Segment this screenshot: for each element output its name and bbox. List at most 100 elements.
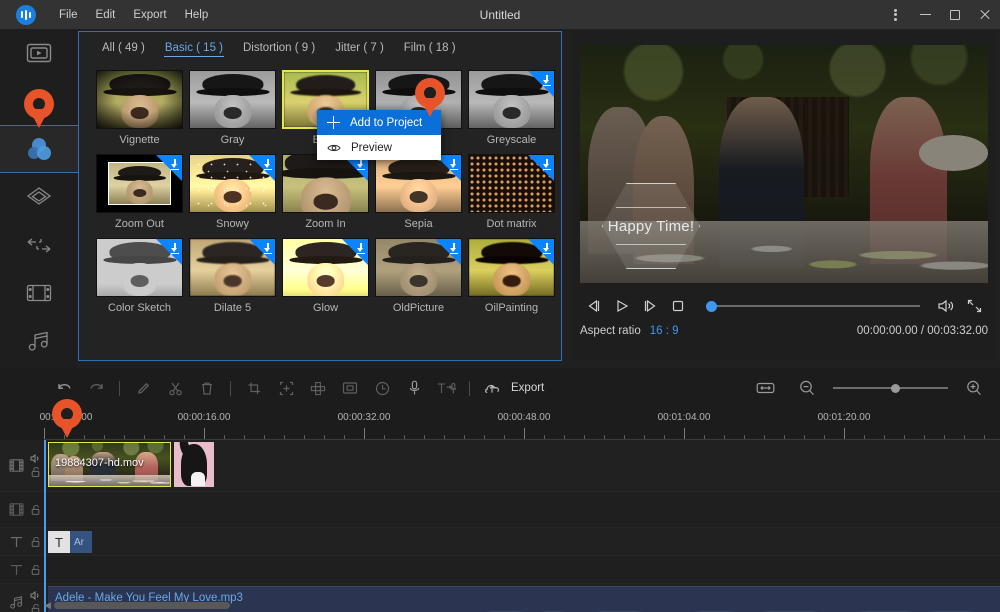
speaker-icon[interactable] [30,454,41,463]
filter-thumbnail[interactable] [468,70,555,129]
scrollbar-thumb[interactable] [53,602,230,609]
filter-item[interactable]: Snowy [189,154,276,230]
volume-icon[interactable] [932,294,960,318]
scroll-left-icon[interactable]: ◀ [44,600,51,611]
download-icon[interactable] [528,71,554,97]
progress-knob[interactable] [706,300,717,312]
maximize-icon[interactable] [940,0,970,29]
filter-item[interactable]: Dilate 5 [189,238,276,314]
microphone-icon[interactable] [398,368,430,408]
filter-item[interactable]: Glow [282,238,369,314]
video-preview[interactable]: Happy Time! [580,45,988,283]
fit-to-timeline-icon[interactable] [749,368,781,408]
sidebar-item-music[interactable] [0,317,78,365]
unlock-icon[interactable] [31,536,40,547]
mosaic-icon[interactable] [302,368,334,408]
unlock-icon[interactable] [31,564,40,575]
download-icon[interactable] [156,239,182,265]
filter-thumbnail[interactable] [96,238,183,297]
filter-thumbnail[interactable] [189,70,276,129]
filter-tab-basic[interactable]: Basic ( 15 ) [163,40,224,57]
filter-thumbnail[interactable] [468,238,555,297]
download-icon[interactable] [249,155,275,181]
download-icon[interactable] [342,239,368,265]
next-frame-icon[interactable] [636,294,664,318]
export-button[interactable]: Export [511,382,544,394]
filter-thumbnail[interactable] [282,238,369,297]
menu-export[interactable]: Export [124,5,175,25]
download-icon[interactable] [156,155,182,181]
timeline-ruler[interactable]: 00:00:00.00 00:00:16.00 00:00:32.00 00:0… [0,408,1000,440]
filter-tab-all[interactable]: All ( 49 ) [101,40,146,56]
sidebar-item-elements[interactable] [0,269,78,317]
redo-icon[interactable] [80,368,112,408]
filter-item[interactable]: Zoom Out [96,154,183,230]
pan-zoom-icon[interactable] [270,368,302,408]
menu-edit[interactable]: Edit [87,5,125,25]
filter-item[interactable]: Gray [189,70,276,146]
zoom-slider-knob[interactable] [891,383,900,393]
stop-icon[interactable] [664,294,692,318]
track-text-1[interactable]: T Ar [0,528,1000,556]
unlock-icon[interactable] [31,504,40,515]
filter-tab-film[interactable]: Film ( 18 ) [403,40,457,56]
filter-thumbnail[interactable] [189,154,276,213]
filter-thumbnail[interactable] [375,238,462,297]
filter-item[interactable]: OilPainting [468,238,555,314]
playhead-line[interactable] [44,440,46,612]
close-icon[interactable] [970,0,1000,29]
video-clip-selected[interactable]: 19884307-hd.mov [48,442,171,487]
sidebar-item-filters[interactable] [0,125,78,173]
menu-help[interactable]: Help [176,5,218,25]
preview-progress-slider[interactable] [706,299,920,313]
filter-item[interactable]: Dot matrix [468,154,555,230]
sidebar-item-overlays[interactable] [0,173,78,221]
track-video-1[interactable]: 19884307-hd.mov [0,440,1000,492]
fullscreen-icon[interactable] [960,294,988,318]
scissors-icon[interactable] [159,368,191,408]
text-to-speech-icon[interactable] [430,368,462,408]
filter-item[interactable]: Vignette [96,70,183,146]
text-overlay-happy-time[interactable]: Happy Time! [602,183,700,269]
menu-file[interactable]: File [50,5,87,25]
track-text-2[interactable] [0,556,1000,584]
filter-item[interactable]: OldPicture [375,238,462,314]
filter-item[interactable]: Sepia [375,154,462,230]
filter-item[interactable]: Color Sketch [96,238,183,314]
filter-thumbnail[interactable] [189,238,276,297]
download-icon[interactable] [435,239,461,265]
filter-thumbnail[interactable] [96,70,183,129]
zoom-in-icon[interactable] [958,368,990,408]
context-menu-item-add-to-project[interactable]: Add to Project [317,110,441,135]
track-video-2[interactable] [0,492,1000,528]
pip-icon[interactable] [334,368,366,408]
filter-thumbnail[interactable] [282,154,369,213]
crop-icon[interactable] [238,368,270,408]
download-icon[interactable] [249,239,275,265]
filter-thumbnail[interactable] [96,154,183,213]
video-clip[interactable] [174,442,214,487]
pencil-icon[interactable] [127,368,159,408]
unlock-icon[interactable] [31,604,40,612]
more-options-icon[interactable] [880,0,910,29]
export-cloud-icon[interactable] [477,368,509,408]
timeline-zoom-slider[interactable] [833,383,948,393]
undo-icon[interactable] [48,368,80,408]
download-icon[interactable] [528,239,554,265]
sidebar-item-audio[interactable] [0,77,78,125]
filter-item[interactable]: Greyscale [468,70,555,146]
trash-icon[interactable] [191,368,223,408]
text-clip[interactable]: T Ar [48,531,92,553]
zoom-out-icon[interactable] [791,368,823,408]
minimize-icon[interactable] [910,0,940,29]
filter-thumbnail[interactable] [468,154,555,213]
sidebar-item-transitions[interactable] [0,221,78,269]
filter-tab-jitter[interactable]: Jitter ( 7 ) [334,40,385,56]
sidebar-item-media[interactable] [0,29,78,77]
unlock-icon[interactable] [31,467,40,477]
filter-thumbnail[interactable] [375,154,462,213]
previous-frame-icon[interactable] [580,294,608,318]
download-icon[interactable] [528,155,554,181]
timeline-horizontal-scrollbar[interactable]: ◀ [44,600,994,611]
context-menu-item-preview[interactable]: Preview [317,135,441,160]
